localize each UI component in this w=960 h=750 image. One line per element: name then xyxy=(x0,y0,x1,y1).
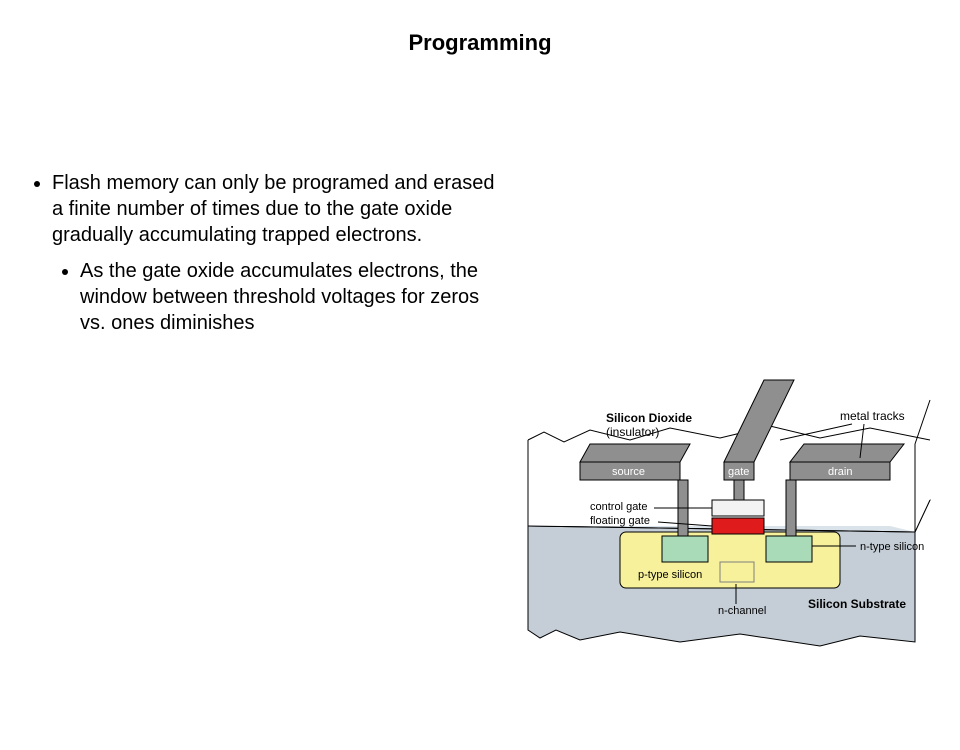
body-text: Flash memory can only be programed and e… xyxy=(30,170,510,342)
n-type-right xyxy=(766,536,812,562)
label-silicon-dioxide: Silicon Dioxide xyxy=(606,411,692,425)
slide-title: Programming xyxy=(0,30,960,56)
control-gate xyxy=(712,500,764,516)
bullet-main: Flash memory can only be programed and e… xyxy=(52,170,510,248)
bullet-sub: As the gate oxide accumulates electrons,… xyxy=(80,258,510,336)
label-drain: drain xyxy=(828,466,852,478)
n-type-left xyxy=(662,536,708,562)
label-p-type: p-type silicon xyxy=(638,569,702,581)
label-floating-gate: floating gate xyxy=(590,515,650,527)
label-control-gate: control gate xyxy=(590,501,647,513)
metal-track-source-top xyxy=(580,444,690,462)
label-silicon-substrate: Silicon Substrate xyxy=(808,597,906,611)
label-n-channel: n-channel xyxy=(718,605,766,617)
floating-gate xyxy=(712,518,764,534)
metal-track-drain-top xyxy=(790,444,904,462)
via-drain xyxy=(786,480,796,536)
label-n-type-1: n-type silicon xyxy=(860,541,924,553)
flash-cell-diagram: source gate drain Silicon Dioxide (insul… xyxy=(520,340,940,670)
via-gate xyxy=(734,480,744,500)
label-insulator: (insulator) xyxy=(606,425,659,439)
label-source: source xyxy=(612,466,645,478)
label-metal-tracks: metal tracks xyxy=(840,409,905,423)
label-gate: gate xyxy=(728,466,749,478)
